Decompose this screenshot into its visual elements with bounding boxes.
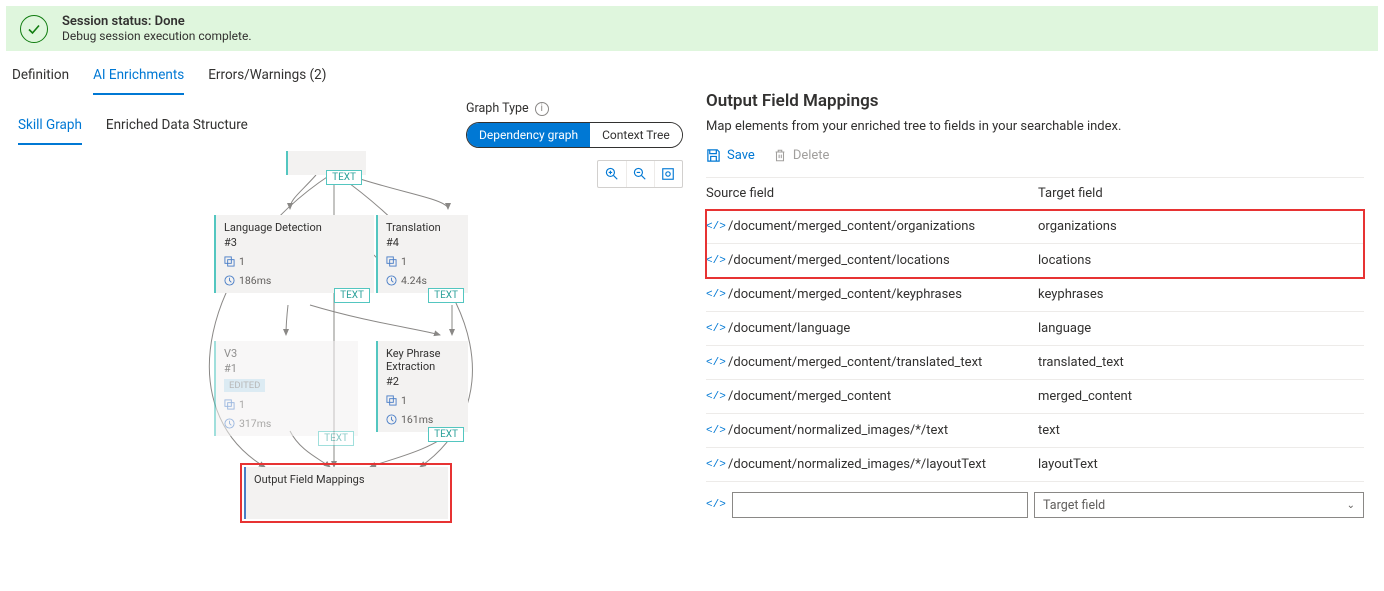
tab-enriched-data[interactable]: Enriched Data Structure: [106, 113, 248, 145]
target-field-value: text: [1038, 423, 1364, 438]
mapping-row[interactable]: </> /document/merged_content/keyphrases …: [706, 278, 1364, 312]
source-field-value: /document/merged_content/translated_text: [728, 355, 1038, 370]
skill-graph-canvas[interactable]: TEXT Language Detection #3 1 186ms TEXT …: [0, 151, 692, 571]
code-icon: </>: [706, 221, 728, 233]
code-icon: </>: [706, 323, 728, 335]
skill-name: Output Field Mappings: [254, 473, 440, 486]
mapping-row[interactable]: </> /document/merged_content/translated_…: [706, 346, 1364, 380]
code-icon: </>: [706, 425, 728, 437]
target-field-value: merged_content: [1038, 389, 1364, 404]
edited-badge: EDITED: [224, 379, 265, 392]
status-subtitle: Debug session execution complete.: [62, 29, 252, 43]
target-field-value: organizations: [1038, 219, 1364, 234]
skill-id: #3: [224, 236, 366, 249]
tab-errors-warnings[interactable]: Errors/Warnings (2): [208, 61, 326, 95]
mapping-row[interactable]: </> /document/language language: [706, 312, 1364, 346]
tab-ai-enrichments[interactable]: AI Enrichments: [93, 61, 184, 95]
new-mapping-row: </> Target field ⌄: [706, 482, 1364, 518]
target-field-value: keyphrases: [1038, 287, 1364, 302]
page-description: Map elements from your enriched tree to …: [706, 119, 1364, 134]
highlighted-rows: </> /document/merged_content/organizatio…: [706, 210, 1364, 278]
status-title: Session status: Done: [62, 14, 252, 29]
skill-name: Translation: [386, 221, 460, 234]
mapping-row[interactable]: </> /document/merged_content merged_cont…: [706, 380, 1364, 414]
mapping-row[interactable]: </> /document/merged_content/organizatio…: [706, 210, 1364, 244]
skill-name: V3: [224, 347, 350, 360]
skill-node-key-phrase[interactable]: Key Phrase Extraction #2 1 161ms TEXT: [376, 341, 468, 432]
skill-node-translation[interactable]: Translation #4 1 4.24s TEXT: [376, 215, 468, 293]
trash-icon: [773, 148, 787, 163]
source-field-value: /document/merged_content/locations: [728, 253, 1038, 268]
source-field-value: /document/normalized_images/*/text: [728, 423, 1038, 438]
mapping-table-header: Source field Target field: [706, 177, 1364, 210]
chevron-down-icon: ⌄: [1347, 500, 1355, 511]
code-icon: </>: [706, 289, 728, 301]
skill-id: #4: [386, 236, 460, 249]
target-field-value: locations: [1038, 253, 1364, 268]
skill-name: Language Detection: [224, 221, 366, 234]
text-tag: TEXT: [326, 170, 362, 185]
checkmark-icon: [20, 15, 48, 43]
code-icon: </>: [706, 499, 726, 511]
text-tag: TEXT: [318, 431, 354, 446]
source-field-value: /document/merged_content/organizations: [728, 219, 1038, 234]
target-field-value: translated_text: [1038, 355, 1364, 370]
source-field-value: /document/language: [728, 321, 1038, 336]
save-icon: [706, 148, 721, 163]
graph-type-toggle: Dependency graph Context Tree: [466, 122, 683, 148]
header-source-field: Source field: [706, 186, 1038, 201]
source-field-value: /document/merged_content: [728, 389, 1038, 404]
target-field-value: language: [1038, 321, 1364, 336]
status-banner: Session status: Done Debug session execu…: [6, 6, 1378, 51]
save-button[interactable]: Save: [706, 148, 755, 163]
mapping-row[interactable]: </> /document/normalized_images/*/text t…: [706, 414, 1364, 448]
header-target-field: Target field: [1038, 186, 1364, 201]
mapping-row[interactable]: </> /document/merged_content/locations l…: [706, 244, 1364, 278]
target-field-select[interactable]: Target field ⌄: [1034, 492, 1364, 518]
toggle-context-tree[interactable]: Context Tree: [590, 123, 682, 147]
text-tag: TEXT: [334, 288, 370, 303]
source-field-value: /document/merged_content/keyphrases: [728, 287, 1038, 302]
tab-definition[interactable]: Definition: [12, 61, 69, 95]
code-icon: </>: [706, 459, 728, 471]
skill-id: #2: [386, 375, 460, 388]
skill-node-output-field-mappings[interactable]: Output Field Mappings: [244, 467, 448, 519]
skill-node-language-detection[interactable]: Language Detection #3 1 186ms TEXT: [214, 215, 374, 293]
info-icon[interactable]: i: [535, 102, 549, 116]
skill-id: #1: [224, 362, 350, 375]
text-tag: TEXT: [428, 427, 464, 442]
skill-node-v3[interactable]: V3 #1 EDITED 1 317ms TEXT: [214, 341, 358, 436]
tab-skill-graph[interactable]: Skill Graph: [18, 113, 82, 145]
graph-root-node[interactable]: TEXT: [286, 151, 366, 175]
delete-button: Delete: [773, 148, 830, 163]
graph-type-label: Graph Type: [466, 101, 529, 116]
mapping-row[interactable]: </> /document/normalized_images/*/layout…: [706, 448, 1364, 482]
code-icon: </>: [706, 357, 728, 369]
top-tabs: Definition AI Enrichments Errors/Warning…: [0, 53, 1384, 95]
code-icon: </>: [706, 255, 728, 267]
source-field-value: /document/normalized_images/*/layoutText: [728, 457, 1038, 472]
toggle-dependency-graph[interactable]: Dependency graph: [467, 123, 590, 147]
source-field-input[interactable]: [732, 492, 1028, 518]
code-icon: </>: [706, 391, 728, 403]
page-title: Output Field Mappings: [706, 91, 1364, 111]
target-field-value: layoutText: [1038, 457, 1364, 472]
skill-name: Key Phrase Extraction: [386, 347, 460, 373]
text-tag: TEXT: [428, 288, 464, 303]
